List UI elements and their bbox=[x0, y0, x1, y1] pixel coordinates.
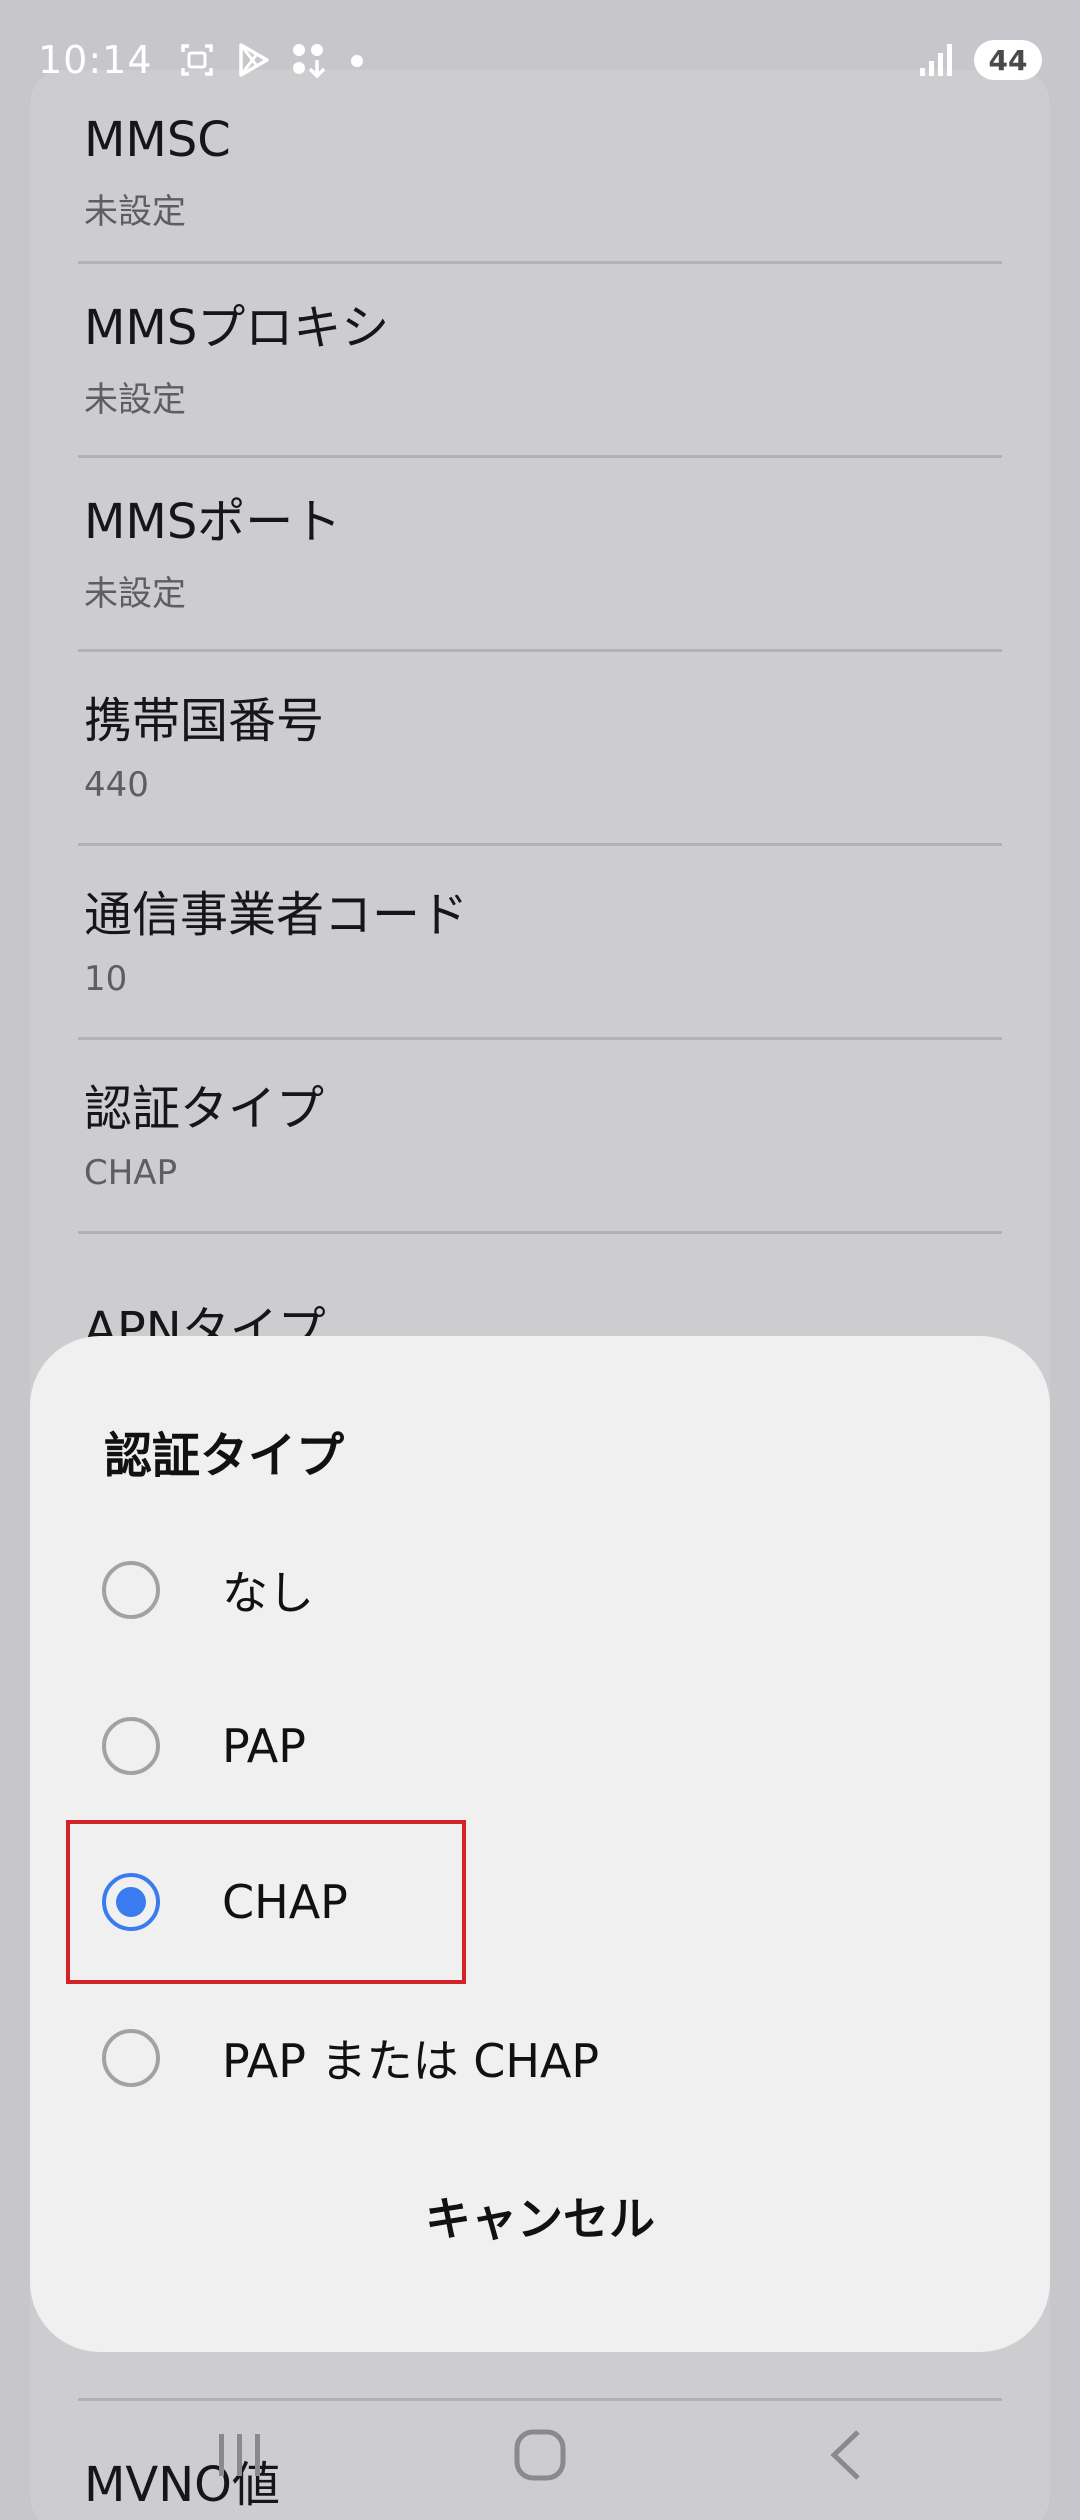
status-right: 44 bbox=[916, 40, 1042, 80]
notification-dot-icon bbox=[350, 55, 363, 67]
app-grid-icon bbox=[292, 44, 325, 79]
screenshot-icon bbox=[180, 44, 213, 76]
battery-indicator: 44 bbox=[974, 40, 1042, 80]
radio-button[interactable] bbox=[102, 1717, 160, 1775]
back-icon[interactable] bbox=[800, 2420, 890, 2490]
nav-bar bbox=[0, 2390, 1080, 2520]
status-icons bbox=[177, 40, 369, 80]
status-bar: 10:14 44 bbox=[0, 0, 1080, 120]
highlight-box bbox=[66, 1820, 466, 1984]
play-store-icon bbox=[238, 43, 269, 77]
option-label: PAP bbox=[222, 1719, 307, 1773]
option-label: なし bbox=[222, 1566, 314, 1620]
signal-icon bbox=[920, 44, 952, 76]
status-time: 10:14 bbox=[38, 38, 153, 82]
cancel-button[interactable]: キャンセル bbox=[30, 2156, 1050, 2276]
option-none[interactable]: なし bbox=[30, 1520, 1050, 1660]
option-pap[interactable]: PAP bbox=[30, 1676, 1050, 1816]
option-label: PAP または CHAP bbox=[222, 2034, 600, 2088]
auth-type-dialog: 認証タイプ なし PAP CHAP PAP または CHAP キャンセル bbox=[30, 1336, 1050, 2352]
recent-apps-icon[interactable] bbox=[195, 2420, 285, 2490]
home-icon[interactable] bbox=[495, 2420, 585, 2490]
option-pap-or-chap[interactable]: PAP または CHAP bbox=[30, 1988, 1050, 2128]
dialog-title: 認証タイプ bbox=[104, 1428, 345, 1484]
radio-button[interactable] bbox=[102, 1561, 160, 1619]
radio-button[interactable] bbox=[102, 2029, 160, 2087]
